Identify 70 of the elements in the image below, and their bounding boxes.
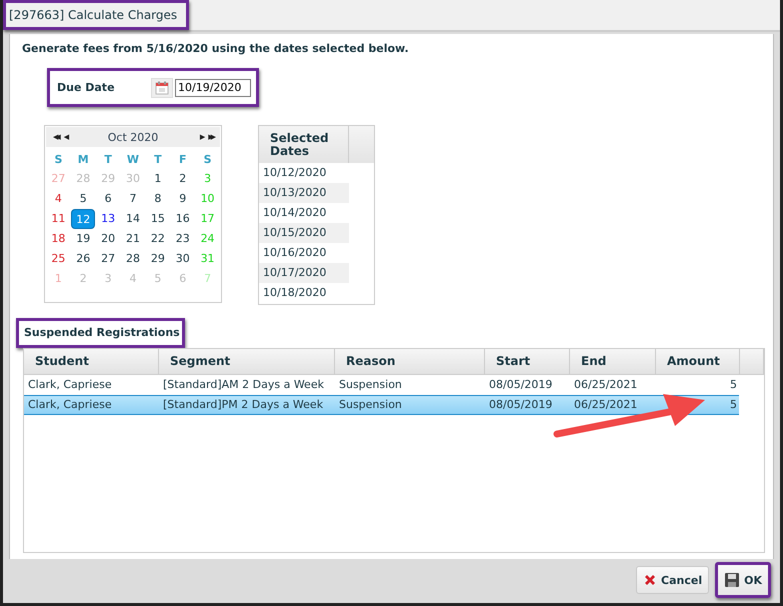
table-cell-text: Suspension [338,397,403,413]
calendar-day[interactable]: 2 [170,169,195,189]
table-cell-text: 06/25/2021 [573,377,638,393]
table-cell-text: 08/05/2019 [488,397,554,413]
column-header[interactable]: Start [485,349,570,374]
calendar-day[interactable]: 13 [96,209,120,229]
calendar-day[interactable]: 23 [170,229,195,249]
table-cell-text: Suspension [338,377,403,393]
calendar-day[interactable]: 29 [146,249,170,269]
close-icon [643,573,658,587]
column-header[interactable]: Amount [656,349,740,374]
cancel-button[interactable]: Cancel [636,566,710,594]
due-date-field[interactable]: 10/19/2020 [175,78,251,96]
calendar-day[interactable]: 8 [146,189,170,209]
calendar-day[interactable]: 4 [46,189,70,209]
date-row[interactable]: 10/17/2020 [259,263,349,283]
calendar-day[interactable]: 11 [46,209,70,229]
calendar-day[interactable]: 16 [170,209,195,229]
calendar-day[interactable]: 1 [146,169,170,189]
weekday-label: T [104,152,112,166]
column-header: Selected Dates [259,126,349,163]
table-cell-text: 08/05/2019 [488,377,554,393]
table-row[interactable]: Clark, Capriese [Standard]PM 2 Days a Week Suspension 08/05/2019 06/25/2021 5 [24,395,739,415]
table-cell-text: 5 [729,397,738,413]
date-row[interactable]: 10/18/2020 [259,283,349,303]
weekday-label: F [178,152,186,166]
intro-text: Generate fees from 5/16/2020 using the dates selected below. [22,42,410,55]
table-cell-text: [Standard]AM 2 Days a Week [162,377,325,393]
date-row[interactable]: 10/12/2020 [259,163,349,183]
calendar-day[interactable]: 7 [120,189,145,209]
weekday-label: T [154,152,162,166]
table-cell-text: [Standard]PM 2 Days a Week [162,397,324,413]
calendar-day[interactable]: 14 [120,209,145,229]
weekday-label: W [126,152,140,166]
column-header[interactable]: Reason [335,349,485,374]
table-cell-text: 5 [729,377,738,393]
table-cell-text: Clark, Capriese [27,377,113,393]
calendar-day[interactable]: 28 [120,249,145,269]
calendar-day[interactable]: 15 [146,209,170,229]
calendar-day[interactable]: 27 [96,249,120,269]
calendar-day[interactable]: 21 [120,229,145,249]
column-header[interactable]: Segment [159,349,335,374]
column-header[interactable]: End [570,349,656,374]
field-label: Due Date [57,81,116,94]
date-row[interactable]: 10/16/2020 [259,243,349,263]
calendar-day[interactable]: 26 [71,249,96,269]
table-cell-text: 06/25/2021 [573,397,638,413]
calendar-day[interactable]: 18 [46,229,70,249]
calendar-icon[interactable] [151,78,173,98]
calendar-day[interactable]: 5 [71,189,96,209]
calendar-day[interactable]: 25 [46,249,70,269]
month-title: Oct 2020 [106,130,160,144]
date-row[interactable]: 10/15/2020 [259,223,349,243]
table-cell-text: Clark, Capriese [27,397,113,413]
table-row[interactable]: Clark, Capriese [Standard]AM 2 Days a Week Suspension 08/05/2019 06/25/2021 5 [24,375,739,395]
ok-button[interactable]: OK [715,562,771,598]
section-heading: Suspended Registrations [16,318,185,348]
weekday-label: S [204,152,212,166]
date-row[interactable]: 10/14/2020 [259,203,349,223]
window-title: [297663] Calculate Charges [3,0,190,30]
calendar-day[interactable]: 19 [71,229,96,249]
calendar-day[interactable]: 22 [146,229,170,249]
weekday-label: S [54,152,62,166]
column-header[interactable]: Student [24,349,159,374]
weekday-label: M [78,152,89,166]
calendar-day[interactable]: 30 [170,249,195,269]
calendar-day[interactable]: 9 [170,189,195,209]
calendar-day[interactable]: 20 [96,229,120,249]
date-row[interactable]: 10/13/2020 [259,183,349,203]
calendar-day[interactable]: 6 [96,189,120,209]
